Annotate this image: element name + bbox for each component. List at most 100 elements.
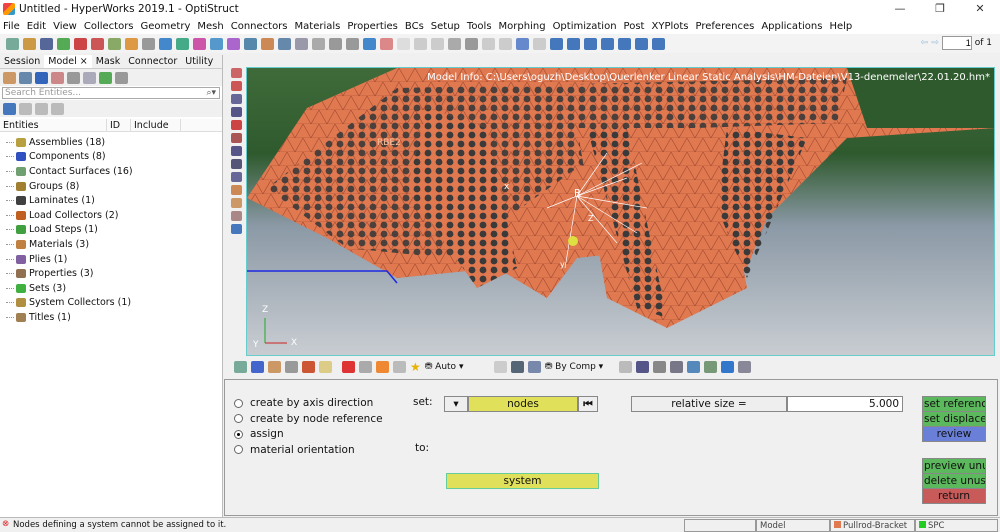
tool-icon[interactable] [686,360,700,373]
view-tool-icon[interactable] [230,133,242,143]
tree-item[interactable]: Plies (1) [0,252,222,267]
monitor-icon[interactable] [720,360,734,373]
tree-item[interactable]: System Collectors (1) [0,296,222,311]
toolbar-icon[interactable] [23,37,36,50]
tree-item[interactable]: Properties (3) [0,266,222,281]
toolbar-icon[interactable] [125,37,138,50]
menu-applications[interactable]: Applications [761,21,822,32]
toolbar-icon[interactable] [550,37,563,50]
tool-icon[interactable] [618,360,632,373]
tool-icon[interactable] [268,360,281,373]
toolbar-icon[interactable] [499,37,512,50]
prev-page-icon[interactable]: ⇦ [921,38,929,48]
tool-icon[interactable] [251,360,264,373]
tree-item[interactable]: Laminates (1) [0,193,222,208]
next-page-icon[interactable]: ⇨ [931,38,939,48]
toolbar-icon[interactable] [193,37,206,50]
toolbar-icon[interactable] [6,37,19,50]
tab-mask[interactable]: Mask [92,55,124,68]
toolbar-icon[interactable] [431,37,444,50]
tool-icon[interactable] [527,360,541,373]
browser-icon[interactable] [19,102,32,115]
tool-icon[interactable] [635,360,649,373]
radio-create-by-axis-direction[interactable]: create by axis direction [234,397,373,409]
view-tool-icon[interactable] [230,120,242,130]
toolbar-icon[interactable] [533,37,546,50]
delete-icon[interactable] [342,360,355,373]
view-tool-icon[interactable] [230,224,242,234]
menu-help[interactable]: Help [829,21,852,32]
radio-assign[interactable]: assign [234,428,284,440]
toolbar-icon[interactable] [312,37,325,50]
toolbar-icon[interactable] [40,37,53,50]
toolbar-icon[interactable] [567,37,580,50]
browser-icon[interactable] [35,102,48,115]
radio-button[interactable] [234,398,243,408]
browser-icon[interactable] [115,71,128,84]
menu-materials[interactable]: Materials [295,21,341,32]
tool-icon[interactable] [652,360,666,373]
search-icon[interactable]: ⌕▾ [206,88,216,98]
view-tool-icon[interactable] [230,146,242,156]
system-selector[interactable]: system [446,473,599,489]
tab-utility[interactable]: Utility [181,55,217,68]
column-entities[interactable]: Entities [0,119,107,131]
close-button[interactable]: ✕ [960,0,1000,18]
tool-icon[interactable] [703,360,717,373]
tree-item[interactable]: Contact Surfaces (16) [0,164,222,179]
toolbar-icon[interactable] [414,37,427,50]
return-button[interactable]: return [922,488,986,504]
toolbar-icon[interactable] [652,37,665,50]
browser-icon[interactable] [51,102,64,115]
toolbar-icon[interactable] [618,37,631,50]
view-tool-icon[interactable] [230,198,242,208]
toolbar-icon[interactable] [278,37,291,50]
toolbar-icon[interactable] [465,37,478,50]
status-load-collector[interactable]: SPC [915,519,998,532]
column-include[interactable]: Include [131,119,181,131]
browser-icon[interactable] [3,102,16,115]
toolbar-icon[interactable] [57,37,70,50]
graphics-viewport[interactable]: Model Info: C:\Users\oguzh\Desktop\Querl… [246,67,995,356]
tree-item[interactable]: Load Collectors (2) [0,208,222,223]
toolbar-icon[interactable] [380,37,393,50]
tool-icon[interactable] [493,360,507,373]
tool-icon[interactable] [376,360,389,373]
page-input[interactable] [941,36,972,50]
toolbar-icon[interactable] [74,37,87,50]
toolbar-icon[interactable] [91,37,104,50]
view-tool-icon[interactable] [230,172,242,182]
minimize-button[interactable]: — [880,0,920,18]
tool-icon[interactable] [510,360,524,373]
toolbar-icon[interactable] [397,37,410,50]
tree-item[interactable]: Materials (3) [0,237,222,252]
tree-item[interactable]: Load Steps (1) [0,223,222,238]
view-tool-icon[interactable] [230,159,242,169]
menu-view[interactable]: View [53,21,77,32]
entity-type-dropdown[interactable]: ▾ [444,396,468,412]
tool-icon[interactable] [285,360,298,373]
review-button[interactable]: review [922,426,986,442]
tool-icon[interactable] [319,360,332,373]
browser-icon[interactable] [19,71,32,84]
toolbar-icon[interactable] [448,37,461,50]
menu-properties[interactable]: Properties [347,21,398,32]
toolbar-icon[interactable] [295,37,308,50]
menu-bcs[interactable]: BCs [405,21,424,32]
tool-icon[interactable] [302,360,315,373]
browser-icon[interactable] [51,71,64,84]
tool-icon[interactable] [737,360,751,373]
tool-icon[interactable] [234,360,247,373]
set-displacement-button[interactable]: set displacement [922,411,986,427]
radio-button[interactable] [234,429,243,439]
view-tool-icon[interactable] [230,185,242,195]
star-icon[interactable]: ★ [410,360,421,374]
toolbar-icon[interactable] [210,37,223,50]
browser-icon[interactable] [99,71,112,84]
tree-item[interactable]: Components (8) [0,150,222,165]
radio-button[interactable] [234,414,243,423]
browser-icon[interactable] [35,71,48,84]
tree-item[interactable]: Groups (8) [0,179,222,194]
tool-icon[interactable] [393,360,406,373]
toolbar-icon[interactable] [244,37,257,50]
